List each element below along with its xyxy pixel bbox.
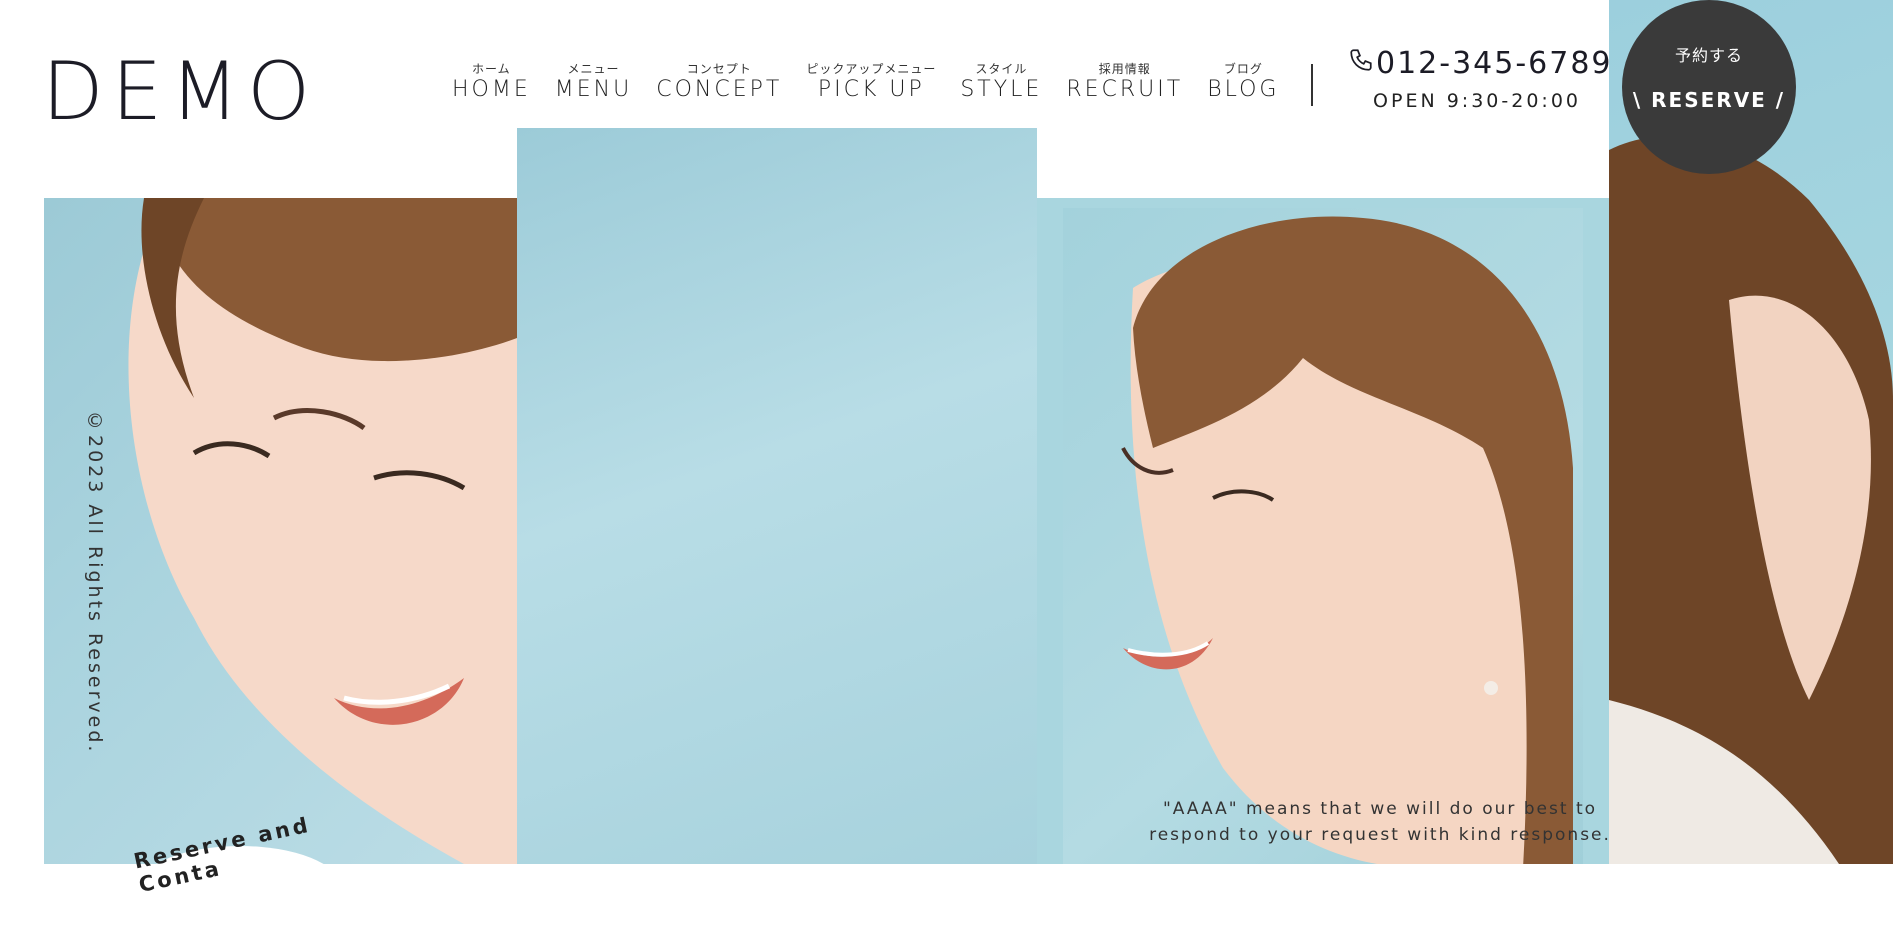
- nav-item-jp: コンセプト: [686, 62, 752, 76]
- nav-item-blog[interactable]: ブログ BLOG: [1195, 62, 1291, 104]
- message-line-2: respond to your request with kind respon…: [1149, 825, 1611, 845]
- phone-number: 012-345-6789: [1376, 46, 1613, 81]
- nav-item-concept[interactable]: コンセプト CONCEPT: [644, 62, 794, 104]
- hero-photo-1: [44, 198, 517, 864]
- nav-item-menu[interactable]: メニュー MENU: [543, 62, 644, 104]
- hero-photo-3: [1037, 198, 1609, 864]
- header-divider: [1311, 64, 1313, 106]
- copyright-text: ©2023 All Rights Reserved.: [84, 410, 106, 755]
- concept-message: "AAAA" means that we will do our best to…: [1140, 796, 1620, 848]
- nav-item-en: STYLE: [960, 77, 1043, 102]
- reserve-contact-badge[interactable]: Reserve and Conta: [120, 804, 380, 926]
- nav-item-jp: 採用情報: [1098, 62, 1151, 76]
- nav-item-en: RECRUIT: [1066, 77, 1184, 102]
- nav-item-en: BLOG: [1207, 77, 1280, 102]
- reserve-button[interactable]: 予約する \ RESERVE /: [1622, 0, 1796, 174]
- nav-item-jp: ブログ: [1223, 62, 1263, 76]
- nav-item-jp: スタイル: [975, 62, 1028, 76]
- phone-link[interactable]: 012-345-6789: [1348, 46, 1613, 81]
- phone-icon: [1348, 46, 1374, 81]
- nav-item-recruit[interactable]: 採用情報 RECRUIT: [1054, 62, 1195, 104]
- nav-item-pickup[interactable]: ピックアップメニュー PICK UP: [794, 62, 948, 104]
- nav-item-en: HOME: [452, 77, 531, 102]
- nav-item-home[interactable]: ホーム HOME: [440, 62, 543, 104]
- message-line-1: "AAAA" means that we will do our best to: [1162, 799, 1598, 819]
- opening-hours: OPEN 9:30-20:00: [1373, 90, 1581, 112]
- site-logo[interactable]: DEMO: [42, 52, 318, 132]
- hero-photo-2: [517, 128, 1037, 864]
- reserve-button-en: \ RESERVE /: [1632, 88, 1786, 112]
- nav-item-style[interactable]: スタイル STYLE: [948, 62, 1054, 104]
- reserve-button-jp: 予約する: [1674, 46, 1743, 65]
- nav-item-en: MENU: [554, 77, 633, 102]
- nav-item-jp: ピックアップメニュー: [806, 62, 937, 76]
- nav-item-en: PICK UP: [817, 77, 925, 102]
- hero-photo-3-inner: [1063, 208, 1583, 864]
- main-nav: ホーム HOME メニュー MENU コンセプト CONCEPT ピックアップメ…: [440, 62, 1291, 104]
- nav-item-jp: ホーム: [472, 62, 511, 76]
- nav-item-jp: メニュー: [567, 62, 620, 76]
- nav-item-en: CONCEPT: [656, 77, 783, 102]
